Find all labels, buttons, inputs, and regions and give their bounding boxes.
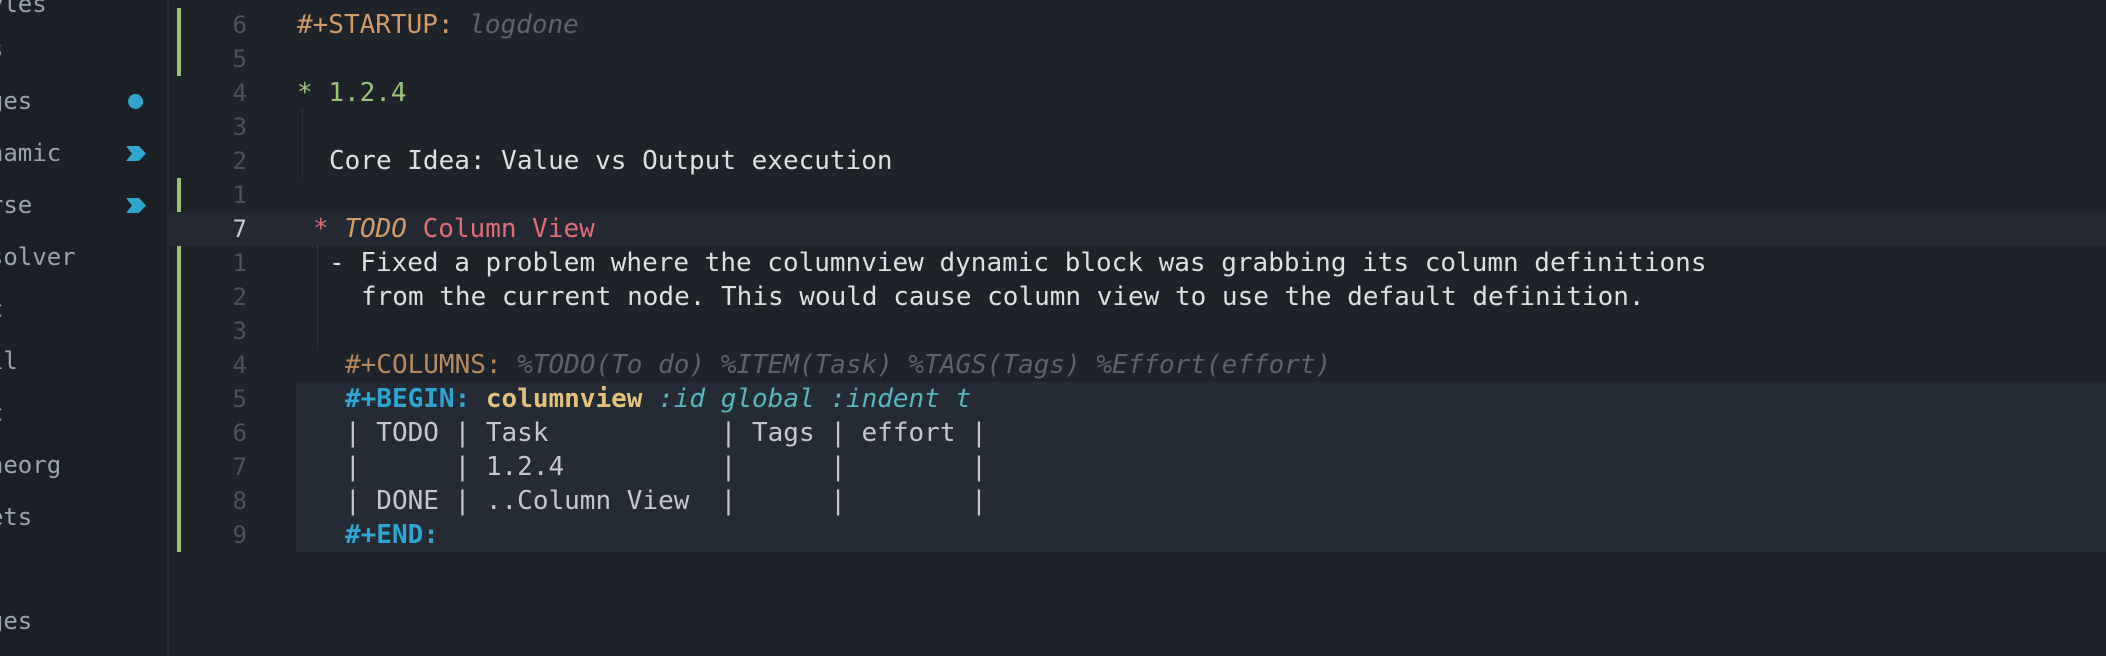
line-text: #+COLUMNS: %TODO(To do) %ITEM(Task) %TAG…	[345, 348, 1331, 382]
tree-item-sages[interactable]: sages	[0, 81, 165, 121]
file-tree-sidebar: styles ges sages dynamic parse resolver …	[0, 0, 169, 656]
startup-keyword: #+STARTUP:	[297, 10, 454, 40]
editor-line[interactable]: 8 | DONE | ..Column View | | |	[167, 484, 2106, 518]
tree-item-label: util	[0, 347, 18, 375]
line-number: 3	[232, 113, 247, 141]
tree-item-ts[interactable]: ts	[0, 549, 165, 589]
table-row: | DONE | ..Column View | | |	[345, 486, 987, 516]
editor-line[interactable]: 4 #+COLUMNS: %TODO(To do) %ITEM(Task) %T…	[167, 348, 2106, 382]
columns-value: %TODO(To do) %ITEM(Task) %TAGS(Tags) %Ef…	[517, 350, 1332, 380]
editor-line[interactable]: 5	[167, 42, 2106, 76]
tree-item-label: styles	[0, 0, 47, 18]
tree-item-parse[interactable]: parse	[0, 185, 165, 225]
line-number: 2	[232, 283, 247, 311]
block-name: columnview	[485, 384, 643, 414]
todo-keyword: TODO	[344, 214, 407, 244]
tree-item-util[interactable]: util	[0, 341, 165, 381]
line-number: 7	[232, 215, 247, 243]
heading-star: *	[313, 214, 329, 244]
line-number: 3	[232, 317, 247, 345]
block-args: :id global :indent t	[658, 384, 972, 414]
line-text: from the current node. This would cause …	[361, 282, 1645, 312]
begin-keyword: #+BEGIN:	[345, 384, 471, 414]
editor-line[interactable]: 5 #+BEGIN: columnview :id global :indent…	[167, 382, 2106, 416]
line-number: 4	[232, 79, 247, 107]
line-number: 4	[232, 351, 247, 379]
startup-value: logdone	[469, 10, 579, 40]
tree-item-label: dtheorg	[0, 451, 62, 479]
heading-title: Column View	[422, 214, 595, 244]
table-row: | TODO | Task | Tags | effort |	[345, 418, 987, 448]
heading-star: *	[297, 78, 313, 108]
modified-dot-icon	[128, 94, 143, 109]
line-text: - Fixed a problem where the columnview d…	[329, 248, 1707, 278]
tree-item-label: ts	[0, 549, 165, 589]
line-number: 8	[232, 487, 247, 515]
line-number: 5	[232, 385, 247, 413]
tree-item-ppets[interactable]: ppets	[0, 497, 165, 537]
tree-item-resolver[interactable]: resolver	[0, 237, 165, 277]
editor-line[interactable]: 4 * 1.2.4	[167, 76, 2106, 110]
editor-line[interactable]: 7 | | 1.2.4 | | |	[167, 450, 2106, 484]
line-text: #+STARTUP: logdone	[297, 8, 579, 42]
line-number: 7	[232, 453, 247, 481]
editor-line-current[interactable]: 7 * TODO Column View	[167, 212, 2106, 246]
editor-line[interactable]: 1	[167, 178, 2106, 212]
line-text: #+BEGIN: columnview :id global :indent t	[345, 382, 971, 416]
tree-item-label: doc	[0, 393, 165, 433]
editor-line[interactable]: 2 Core Idea: Value vs Output execution	[167, 144, 2106, 178]
table-row: | | 1.2.4 | | |	[345, 452, 987, 482]
tree-item-label: ppets	[0, 503, 33, 531]
editor-line[interactable]: 2 from the current node. This would caus…	[167, 280, 2106, 314]
editor-line[interactable]: 6 | TODO | Task | Tags | effort |	[167, 416, 2106, 450]
editor-line[interactable]: 3	[167, 314, 2106, 348]
tree-item-label: resolver	[0, 243, 76, 271]
tree-item-ges[interactable]: ges	[0, 29, 165, 69]
tree-item-styles[interactable]: styles	[0, 0, 165, 24]
line-number: 9	[232, 521, 247, 549]
line-number: 2	[232, 147, 247, 175]
heading-title: 1.2.4	[328, 78, 407, 108]
code-editor[interactable]: 6 #+STARTUP: logdone 5 4 * 1.2.4 3 2 Cor…	[167, 0, 2106, 656]
end-keyword: #+END:	[345, 520, 439, 550]
tree-item-label: src	[0, 289, 165, 329]
tree-item-label: mages	[0, 607, 33, 635]
line-text: * 1.2.4	[297, 76, 407, 110]
line-number: 1	[232, 181, 247, 209]
tree-item-mages[interactable]: mages	[0, 601, 165, 641]
editor-line[interactable]: 1 - Fixed a problem where the columnview…	[167, 246, 2106, 280]
tree-item-doc[interactable]: doc	[0, 393, 165, 433]
tree-item-dynamic[interactable]: dynamic	[0, 133, 165, 173]
tree-item-label: ges	[0, 29, 165, 69]
editor-line[interactable]: 3	[167, 110, 2106, 144]
line-number: 6	[232, 11, 247, 39]
line-number: 6	[232, 419, 247, 447]
columns-keyword: #+COLUMNS:	[345, 350, 502, 380]
line-number: 5	[232, 45, 247, 73]
tree-item-dtheorg[interactable]: dtheorg	[0, 445, 165, 485]
editor-line[interactable]: 9 #+END:	[167, 518, 2106, 552]
line-text: #+END:	[345, 518, 439, 552]
line-text: * TODO Column View	[313, 212, 595, 246]
line-text: Core Idea: Value vs Output execution	[329, 146, 893, 176]
editor-line[interactable]: 6 #+STARTUP: logdone	[167, 8, 2106, 42]
line-number: 1	[232, 249, 247, 277]
tree-item-src[interactable]: src	[0, 289, 165, 329]
